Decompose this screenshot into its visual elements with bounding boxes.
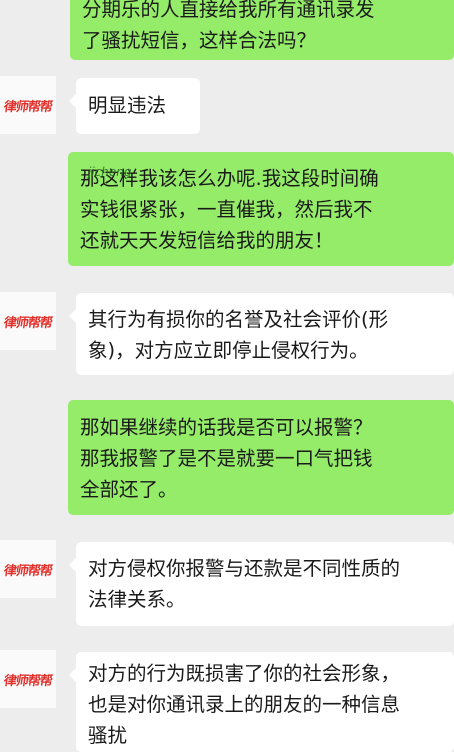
message-text: 对方的行为既损害了你的社会形象，: [88, 662, 401, 685]
lawyer-avatar[interactable]: 律师帮帮: [0, 650, 56, 708]
avatar-logo: 律师帮帮: [2, 315, 53, 331]
message-text: 对方侵权你报警与还款是不同性质的: [88, 557, 401, 580]
message-text: 实钱很紧张，一直催我，然后我不: [80, 198, 373, 221]
message-text: 那我报警了是不是就要一口气把钱: [80, 447, 373, 470]
message-text: 那如果继续的话我是否可以报警？: [80, 416, 373, 439]
avatar-logo: 律师帮帮: [2, 673, 53, 689]
message-text: 分期乐的人直接给我所有通讯录发: [82, 0, 375, 21]
avatar-logo: 律师帮帮: [2, 99, 53, 115]
sent-message[interactable]: 分期乐的人直接给我所有通讯录发 了骚扰短信，这样合法吗？: [70, 0, 454, 60]
message-text: 了骚扰短信，这样合法吗？: [82, 29, 317, 52]
received-message[interactable]: 其行为有损你的名誉及社会评价(形 象)，对方应立即停止侵权行为。: [69, 293, 454, 375]
sent-message[interactable]: 那如果继续的话我是否可以报警？ 那我报警了是不是就要一口气把钱 全部还了。: [68, 400, 454, 515]
message-text: 象)，对方应立即停止侵权行为。: [88, 339, 369, 362]
avatar-logo: 律师帮帮: [2, 563, 53, 579]
received-message[interactable]: 明显违法: [69, 78, 200, 134]
received-message[interactable]: 对方的行为既损害了你的社会形象， 也是对你通讯录上的朋友的一种信息 骚扰: [69, 652, 454, 752]
lawyer-avatar[interactable]: 律师帮帮: [0, 292, 56, 350]
message-text: 全部还了。: [80, 478, 178, 501]
message-text: 骚扰: [88, 724, 128, 747]
lawyer-avatar[interactable]: 律师帮帮: [0, 76, 56, 134]
lawyer-avatar[interactable]: 律师帮帮: [0, 540, 56, 598]
watermark-text: jicheng: [88, 165, 132, 179]
message-text: 明显违法: [88, 94, 167, 117]
message-text: 也是对你通讯录上的朋友的一种信息: [88, 693, 401, 716]
message-text: 还就天天发短信给我的朋友！: [80, 229, 334, 252]
received-message[interactable]: 对方侵权你报警与还款是不同性质的 法律关系。: [69, 542, 454, 626]
message-text: 其行为有损你的名誉及社会评价(形: [88, 308, 389, 331]
message-text: 法律关系。: [88, 588, 186, 611]
message-text: 那这样我该怎么办呢.我这段时间确: [80, 167, 379, 190]
